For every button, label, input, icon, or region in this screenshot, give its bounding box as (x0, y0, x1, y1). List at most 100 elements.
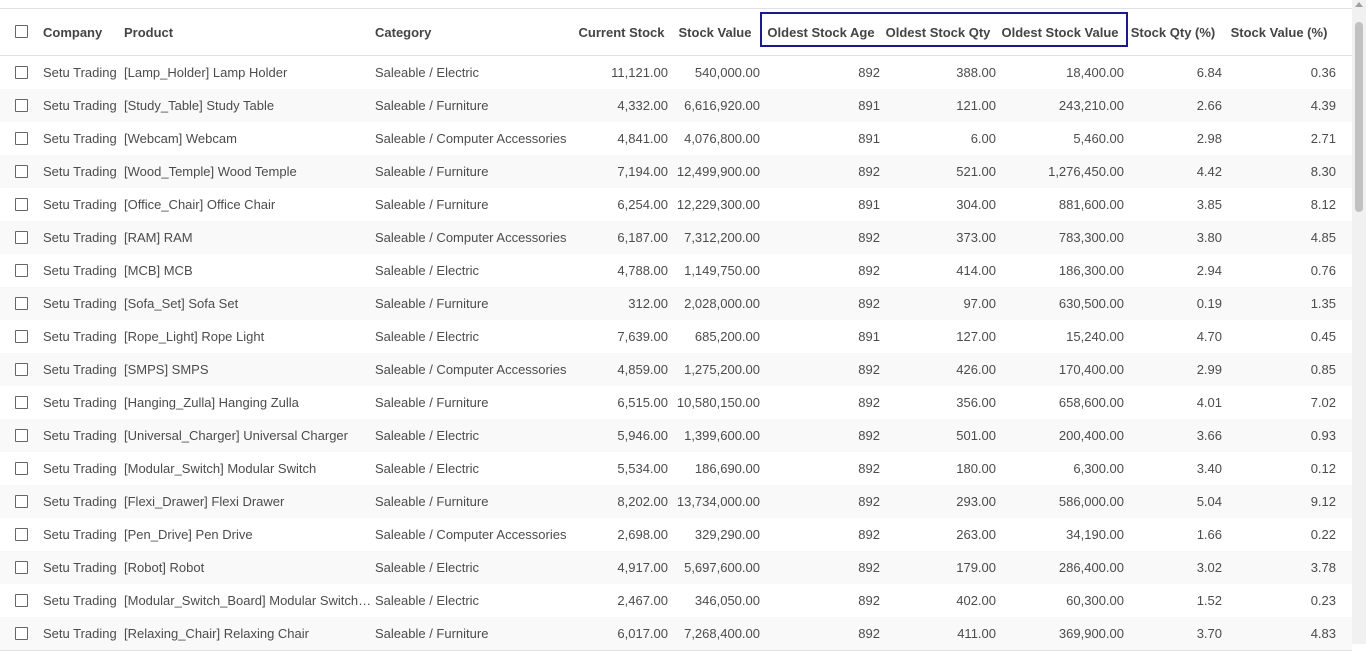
row-checkbox[interactable] (15, 494, 28, 508)
table-row[interactable]: Setu Trading [Hanging_Zulla] Hanging Zull… (0, 386, 1352, 420)
cell-category: Saleable / Furniture (375, 197, 489, 212)
table-row[interactable]: Setu Trading [MCB] MCB Saleable / Electric… (0, 254, 1352, 288)
cell-oldest-stock-value: 34,190.00 (1066, 527, 1124, 542)
cell-stock-value: 186,690.00 (694, 461, 760, 476)
table-row[interactable]: Setu Trading [Pen_Drive] Pen Drive Saleabl… (0, 518, 1352, 552)
row-checkbox[interactable] (15, 197, 28, 211)
table-row[interactable]: Setu Trading [Flexi_Drawer] Flexi Drawer S… (0, 485, 1352, 519)
row-checkbox[interactable] (15, 428, 28, 442)
table-row[interactable]: Setu Trading [Modular_Switch] Modular Swi… (0, 452, 1352, 486)
column-header-category[interactable]: Category (375, 9, 575, 55)
cell-oldest-stock-age: 892 (858, 65, 880, 80)
row-checkbox[interactable] (15, 263, 28, 277)
cell-category: Saleable / Computer Accessories (375, 230, 567, 245)
scroll-up-arrow-icon[interactable] (1355, 2, 1363, 7)
row-checkbox[interactable] (15, 362, 28, 376)
cell-stock-value: 1,275,200.00 (684, 362, 760, 377)
column-header-stock-qty-pct[interactable]: Stock Qty (%) (1124, 9, 1222, 55)
row-checkbox[interactable] (15, 527, 28, 541)
cell-current-stock: 4,332.00 (617, 98, 668, 113)
cell-oldest-stock-age: 892 (858, 494, 880, 509)
cell-stock-value-pct: 3.78 (1310, 560, 1336, 575)
cell-company: Setu Trading (43, 131, 117, 146)
column-header-oldest-stock-qty[interactable]: Oldest Stock Qty (880, 9, 996, 55)
row-checkbox[interactable] (15, 329, 28, 343)
table-row[interactable]: Setu Trading [Universal_Charger] Universa… (0, 419, 1352, 453)
column-header-product[interactable]: Product (124, 9, 370, 55)
table-row[interactable]: Setu Trading [Relaxing_Chair] Relaxing Ch… (0, 617, 1352, 651)
column-header-stock-value-pct[interactable]: Stock Value (%) (1222, 9, 1336, 55)
table-row[interactable]: Setu Trading [Webcam] Webcam Saleable / Co… (0, 122, 1352, 156)
cell-current-stock: 5,946.00 (617, 428, 668, 443)
cell-stock-qty-pct: 2.98 (1196, 131, 1222, 146)
column-header-stock-value[interactable]: Stock Value (670, 9, 760, 55)
row-checkbox[interactable] (15, 461, 28, 475)
select-all-checkbox[interactable] (15, 25, 28, 38)
cell-oldest-stock-qty: 263.00 (956, 527, 996, 542)
cell-stock-value: 5,697,600.00 (684, 560, 760, 575)
cell-stock-value-pct: 0.85 (1310, 362, 1336, 377)
cell-product: [Lamp_Holder] Lamp Holder (124, 65, 288, 80)
row-checkbox[interactable] (15, 626, 28, 640)
table-row[interactable]: Setu Trading [RAM] RAM Saleable / Computer… (0, 221, 1352, 255)
cell-current-stock: 2,467.00 (617, 593, 668, 608)
scrollbar-thumb[interactable] (1355, 22, 1363, 212)
table-row[interactable]: Setu Trading [Rope_Light] Rope Light Salea… (0, 320, 1352, 354)
cell-stock-value: 13,734,000.00 (676, 494, 760, 509)
cell-stock-value-pct: 0.12 (1310, 461, 1336, 476)
cell-company: Setu Trading (43, 461, 117, 476)
row-checkbox[interactable] (15, 560, 28, 574)
cell-stock-qty-pct: 2.66 (1196, 98, 1222, 113)
cell-category: Saleable / Furniture (375, 296, 489, 311)
cell-oldest-stock-age: 891 (858, 329, 880, 344)
column-header-company[interactable]: Company (43, 9, 123, 55)
cell-oldest-stock-qty: 127.00 (956, 329, 996, 344)
cell-oldest-stock-qty: 356.00 (956, 395, 996, 410)
row-checkbox[interactable] (15, 593, 28, 607)
table-row[interactable]: Setu Trading [SMPS] SMPS Saleable / Comput… (0, 353, 1352, 387)
cell-current-stock: 6,254.00 (617, 197, 668, 212)
cell-company: Setu Trading (43, 164, 117, 179)
table-row[interactable]: Setu Trading [Wood_Temple] Wood Temple Sal… (0, 155, 1352, 189)
cell-stock-value-pct: 0.45 (1310, 329, 1336, 344)
cell-current-stock: 4,788.00 (617, 263, 668, 278)
table-row[interactable]: Setu Trading [Modular_Switch_Board] Modul… (0, 584, 1352, 618)
column-header-oldest-stock-age[interactable]: Oldest Stock Age (762, 9, 880, 55)
cell-stock-value: 329,290.00 (694, 527, 760, 542)
cell-company: Setu Trading (43, 428, 117, 443)
column-header-current-stock[interactable]: Current Stock (575, 9, 668, 55)
table-row[interactable]: Setu Trading [Office_Chair] Office Chair S… (0, 188, 1352, 222)
cell-stock-value-pct: 4.85 (1310, 230, 1336, 245)
cell-oldest-stock-value: 369,900.00 (1058, 626, 1124, 641)
cell-oldest-stock-qty: 121.00 (956, 98, 996, 113)
row-checkbox[interactable] (15, 164, 28, 178)
cell-product: [Flexi_Drawer] Flexi Drawer (124, 494, 285, 509)
cell-oldest-stock-value: 881,600.00 (1058, 197, 1124, 212)
table-row[interactable]: Setu Trading [Sofa_Set] Sofa Set Saleable … (0, 287, 1352, 321)
row-checkbox[interactable] (15, 296, 28, 310)
cell-stock-value: 12,499,900.00 (676, 164, 760, 179)
table-row[interactable]: Setu Trading [Study_Table] Study Table Sal… (0, 89, 1352, 123)
cell-oldest-stock-value: 170,400.00 (1058, 362, 1124, 377)
cell-company: Setu Trading (43, 329, 117, 344)
cell-product: [Study_Table] Study Table (124, 98, 275, 113)
cell-stock-qty-pct: 4.70 (1196, 329, 1222, 344)
row-checkbox[interactable] (15, 230, 28, 244)
row-checkbox[interactable] (15, 131, 28, 145)
cell-category: Saleable / Electric (375, 560, 480, 575)
row-checkbox[interactable] (15, 98, 28, 112)
cell-oldest-stock-qty: 304.00 (956, 197, 996, 212)
table-row[interactable]: Setu Trading [Robot] Robot Saleable / Elec… (0, 551, 1352, 585)
table-row[interactable]: Setu Trading [Lamp_Holder] Lamp Holder Sal… (0, 56, 1352, 90)
cell-stock-qty-pct: 4.42 (1196, 164, 1222, 179)
row-checkbox[interactable] (15, 395, 28, 409)
cell-category: Saleable / Electric (375, 65, 480, 80)
cell-oldest-stock-value: 186,300.00 (1058, 263, 1124, 278)
cell-current-stock: 7,639.00 (617, 329, 668, 344)
row-checkbox[interactable] (15, 65, 28, 79)
column-header-oldest-stock-value[interactable]: Oldest Stock Value (996, 9, 1124, 55)
cell-oldest-stock-value: 6,300.00 (1073, 461, 1124, 476)
cell-company: Setu Trading (43, 527, 117, 542)
vertical-scrollbar[interactable] (1352, 0, 1366, 644)
cell-stock-value-pct: 9.12 (1310, 494, 1336, 509)
